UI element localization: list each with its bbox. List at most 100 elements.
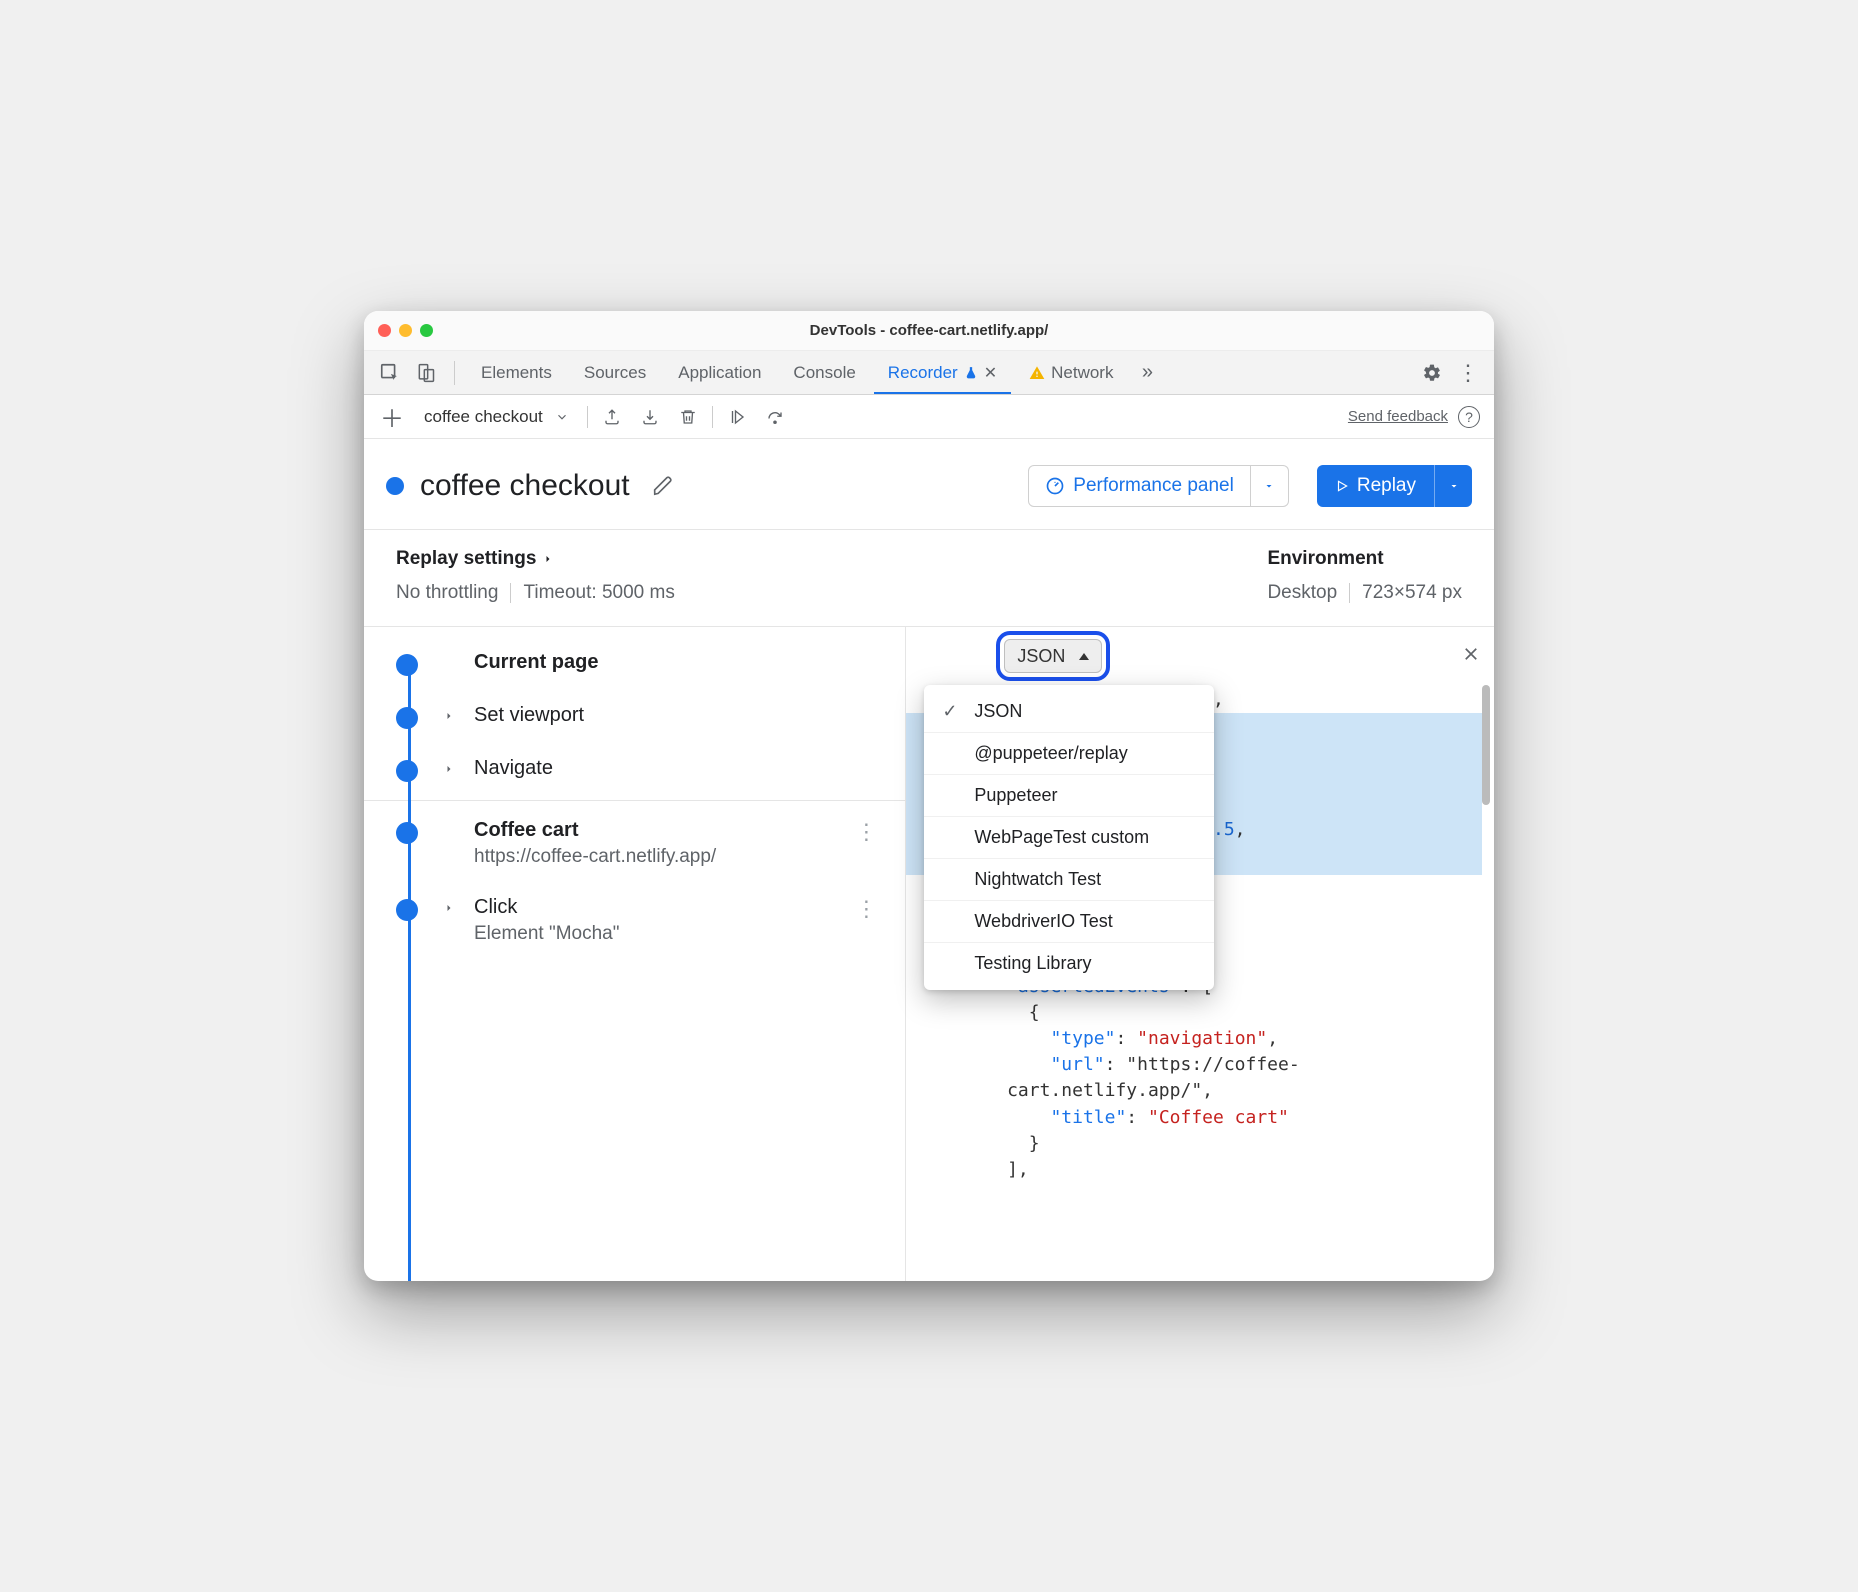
step-text: Coffee carthttps://coffee-cart.netlify.a… [474, 819, 716, 868]
devtools-window: DevTools - coffee-cart.netlify.app/ Elem… [364, 311, 1494, 1281]
environment-heading: Environment [1267, 548, 1462, 570]
kebab-menu-icon[interactable]: ⋮ [1452, 357, 1484, 389]
performance-panel-button[interactable]: Performance panel [1028, 465, 1251, 507]
step-over-icon[interactable] [761, 403, 789, 431]
chevron-right-icon [438, 902, 460, 914]
format-option[interactable]: WebPageTest custom [924, 817, 1214, 859]
tab-sources[interactable]: Sources [570, 351, 660, 394]
inspect-element-icon[interactable] [374, 357, 406, 389]
step-replay-icon[interactable] [723, 403, 751, 431]
environment-settings: Environment Desktop 723×574 px [1267, 548, 1462, 604]
tab-network[interactable]: Network [1015, 351, 1127, 394]
warning-icon [1029, 365, 1045, 381]
code-topbar: JSON ✓JSON@puppeteer/replayPuppeteerWebP… [906, 627, 1494, 681]
format-option[interactable]: @puppeteer/replay [924, 733, 1214, 775]
play-icon [1335, 479, 1349, 493]
step-sublabel: Element "Mocha" [474, 923, 620, 945]
performance-dropdown-toggle[interactable] [1251, 465, 1289, 507]
tab-application[interactable]: Application [664, 351, 775, 394]
step-row[interactable]: Navigate [364, 743, 905, 796]
step-bullet [396, 899, 418, 921]
replay-button[interactable]: Replay [1317, 465, 1434, 507]
format-option-label: WebPageTest custom [974, 827, 1149, 848]
device-toolbar-icon[interactable] [410, 357, 442, 389]
close-tab-icon[interactable]: ✕ [984, 363, 997, 383]
recorder-toolbar: ＋ coffee checkout Send feedback ? [364, 395, 1494, 439]
step-bullet [396, 822, 418, 844]
step-text: Set viewport [474, 704, 584, 727]
experiment-icon [964, 366, 978, 380]
tab-console[interactable]: Console [779, 351, 869, 394]
format-option-label: JSON [974, 701, 1022, 722]
settings-gear-icon[interactable] [1416, 357, 1448, 389]
send-feedback-link[interactable]: Send feedback [1348, 408, 1448, 425]
format-option-label: Testing Library [974, 953, 1091, 974]
step-row[interactable]: Click Element "Mocha" ⋮ [364, 882, 905, 959]
step-label: Click [474, 896, 620, 919]
format-option-label: Nightwatch Test [974, 869, 1101, 890]
step-row[interactable]: Current page [364, 637, 905, 690]
step-bullet [396, 654, 418, 676]
recording-title: coffee checkout [420, 469, 630, 503]
replay-settings-heading[interactable]: Replay settings [396, 548, 675, 570]
triangle-up-icon [1079, 653, 1089, 660]
format-option[interactable]: ✓ JSON [924, 691, 1214, 733]
step-label: Navigate [474, 757, 553, 780]
step-more-icon[interactable]: ⋮ [855, 896, 883, 922]
export-icon[interactable] [598, 403, 626, 431]
step-row[interactable]: Set viewport [364, 690, 905, 743]
gauge-icon [1045, 476, 1065, 496]
recording-header: coffee checkout Performance panel Replay [364, 439, 1494, 530]
devtools-tabs: Elements Sources Application Console Rec… [364, 351, 1494, 395]
tab-elements[interactable]: Elements [467, 351, 566, 394]
check-icon: ✓ [942, 701, 960, 722]
step-text: Click Element "Mocha" [474, 896, 620, 945]
format-select-highlight: JSON ✓JSON@puppeteer/replayPuppeteerWebP… [996, 631, 1110, 681]
format-select[interactable]: JSON [1004, 639, 1102, 673]
separator [712, 406, 713, 428]
format-option[interactable]: Testing Library [924, 943, 1214, 984]
chevron-right-icon [542, 553, 554, 565]
chevron-down-icon [555, 410, 569, 424]
step-label: Coffee cart [474, 819, 716, 842]
close-panel-icon[interactable] [1462, 645, 1480, 663]
step-more-icon[interactable]: ⋮ [855, 819, 883, 845]
recorder-body: Current page Set viewport Navigate Coffee c… [364, 627, 1494, 1281]
step-text: Navigate [474, 757, 553, 780]
replay-dropdown-toggle[interactable] [1434, 465, 1472, 507]
format-option-label: @puppeteer/replay [974, 743, 1127, 764]
window-title: DevTools - coffee-cart.netlify.app/ [364, 322, 1494, 339]
format-option[interactable]: Puppeteer [924, 775, 1214, 817]
tab-recorder[interactable]: Recorder ✕ [874, 351, 1011, 394]
chevron-right-icon [438, 710, 460, 722]
step-label: Current page [474, 651, 598, 674]
format-option[interactable]: WebdriverIO Test [924, 901, 1214, 943]
separator [454, 361, 455, 385]
step-row[interactable]: Coffee carthttps://coffee-cart.netlify.a… [364, 805, 905, 882]
delete-icon[interactable] [674, 403, 702, 431]
format-option-label: Puppeteer [974, 785, 1057, 806]
steps-panel: Current page Set viewport Navigate Coffee c… [364, 627, 906, 1281]
performance-split-button: Performance panel [1028, 465, 1289, 507]
code-panel: JSON ✓ JSON @puppeteer/replay Puppeteer WebP… [906, 627, 1494, 1281]
help-icon[interactable]: ? [1458, 406, 1480, 428]
add-recording-button[interactable]: ＋ [378, 403, 406, 431]
environment-values: Desktop 723×574 px [1267, 582, 1462, 604]
edit-title-icon[interactable] [652, 475, 674, 497]
replay-settings: Replay settings No throttling Timeout: 5… [396, 548, 675, 604]
recording-status-dot [386, 477, 404, 495]
format-option[interactable]: Nightwatch Test [924, 859, 1214, 901]
import-icon[interactable] [636, 403, 664, 431]
step-bullet [396, 760, 418, 782]
chevron-right-icon [438, 763, 460, 775]
separator [587, 406, 588, 428]
step-divider [364, 800, 905, 801]
window-titlebar: DevTools - coffee-cart.netlify.app/ [364, 311, 1494, 351]
step-bullet [396, 707, 418, 729]
replay-settings-values: No throttling Timeout: 5000 ms [396, 582, 675, 604]
format-option-label: WebdriverIO Test [974, 911, 1112, 932]
more-tabs-icon[interactable]: » [1131, 357, 1163, 389]
recording-select[interactable]: coffee checkout [416, 402, 577, 432]
step-label: Set viewport [474, 704, 584, 727]
scrollbar-thumb[interactable] [1482, 685, 1490, 805]
